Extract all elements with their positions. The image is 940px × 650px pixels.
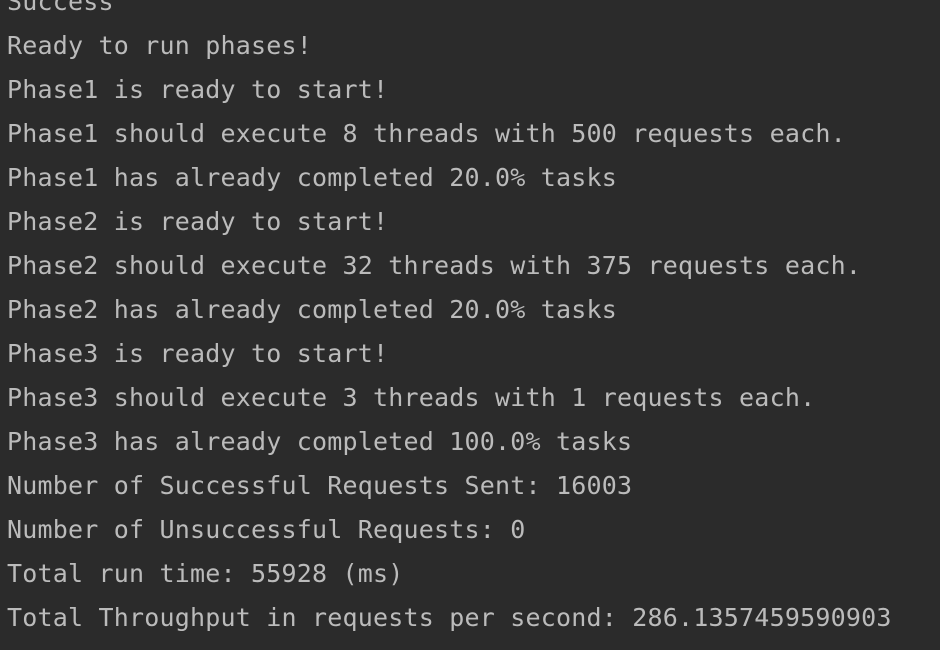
console-line: Phase3 is ready to start! bbox=[7, 339, 389, 368]
console-line: Total Throughput in requests per second:… bbox=[7, 603, 892, 632]
console-output-lines: Success Ready to run phases! Phase1 is r… bbox=[7, 0, 892, 640]
console-line: Total run time: 55928 (ms) bbox=[7, 559, 404, 588]
console-line: Phase3 should execute 3 threads with 1 r… bbox=[7, 383, 816, 412]
console-line: Phase2 is ready to start! bbox=[7, 207, 389, 236]
console-line: Phase1 has already completed 20.0% tasks bbox=[7, 163, 618, 192]
console-line: Number of Successful Requests Sent: 1600… bbox=[7, 471, 633, 500]
console-line: Phase1 is ready to start! bbox=[7, 75, 389, 104]
console-output-panel[interactable]: Success Ready to run phases! Phase1 is r… bbox=[0, 0, 940, 650]
console-line: Phase2 should execute 32 threads with 37… bbox=[7, 251, 862, 280]
console-line: Phase1 should execute 8 threads with 500… bbox=[7, 119, 846, 148]
console-line: Ready to run phases! bbox=[7, 31, 313, 60]
console-line: Success bbox=[7, 0, 114, 16]
console-line: Phase2 has already completed 20.0% tasks bbox=[7, 295, 618, 324]
console-line: Number of Unsuccessful Requests: 0 bbox=[7, 515, 526, 544]
console-line: Phase3 has already completed 100.0% task… bbox=[7, 427, 633, 456]
